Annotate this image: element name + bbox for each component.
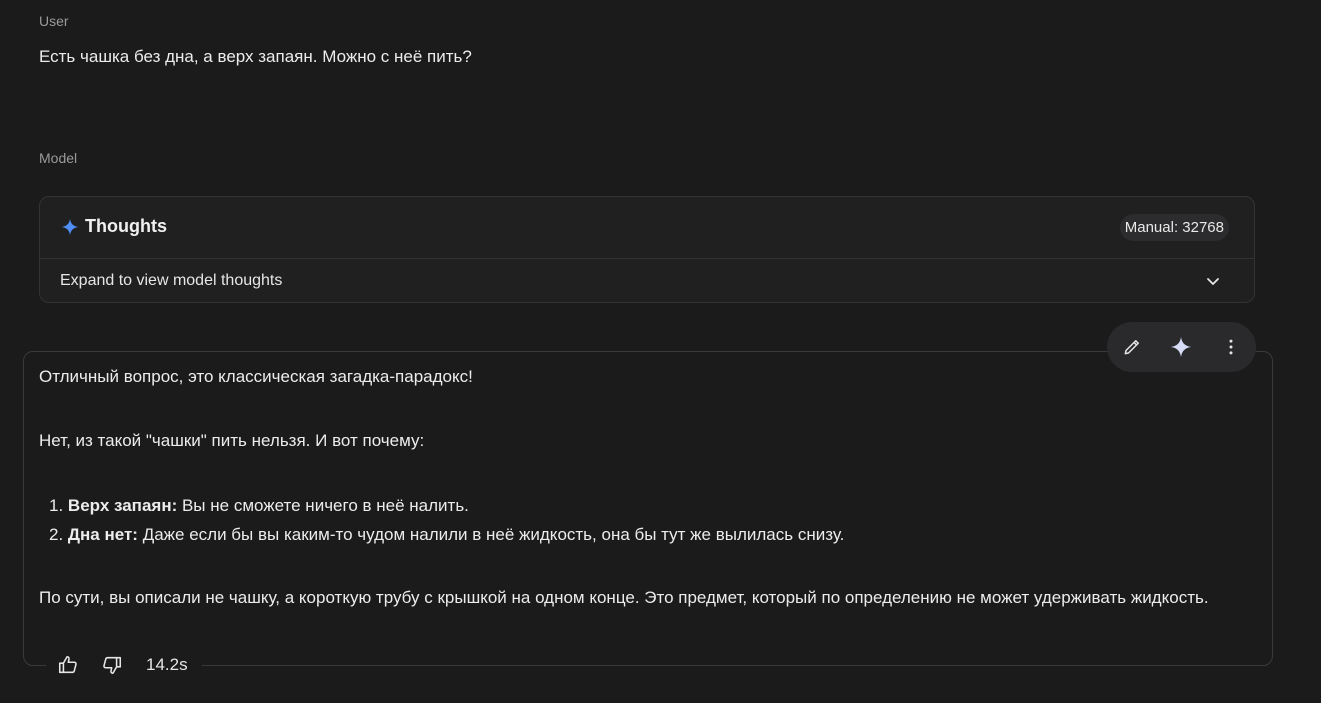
thinking-budget-badge: Manual: 32768 xyxy=(1119,214,1229,241)
expand-thoughts-label: Expand to view model thoughts xyxy=(60,272,283,289)
answer-lead: Нет, из такой "чашки" пить нельзя. И вот… xyxy=(39,431,425,450)
answer-intro: Отличный вопрос, это классическая загадк… xyxy=(39,367,473,386)
list-item-number: 2. xyxy=(49,525,64,544)
dislike-button[interactable] xyxy=(100,653,124,677)
answer-conclusion: По сути, вы описали не чашку, а короткую… xyxy=(39,588,1209,607)
list-item: 1. Верх запаян: Вы не сможете ничего в н… xyxy=(49,493,844,522)
model-answer: Отличный вопрос, это классическая загадк… xyxy=(23,351,1273,666)
user-message: Есть чашка без дна, а верх запаян. Можно… xyxy=(39,47,472,66)
thoughts-panel: Thoughts Manual: 32768 Expand to view mo… xyxy=(39,196,1255,303)
thumbs-up-icon xyxy=(58,655,77,674)
thoughts-title: Thoughts xyxy=(61,216,167,237)
feedback-bar: 14.2s xyxy=(46,650,202,680)
chat-page: User Есть чашка без дна, а верх запаян. … xyxy=(0,0,1321,703)
list-item-heading: Дна нет: xyxy=(67,525,138,544)
response-duration: 14.2s xyxy=(146,655,188,674)
list-item-text: Вы не сможете ничего в неё налить. xyxy=(177,496,469,515)
thoughts-header: Thoughts Manual: 32768 xyxy=(40,197,1254,259)
model-role-label: Model xyxy=(39,150,78,166)
expand-thoughts-toggle[interactable]: Expand to view model thoughts xyxy=(40,259,1254,303)
list-item-number: 1. xyxy=(49,496,64,515)
sparkle-icon xyxy=(1170,336,1192,358)
like-button[interactable] xyxy=(56,653,80,677)
list-item-heading: Верх запаян: xyxy=(67,496,178,515)
edit-button[interactable] xyxy=(1120,335,1144,359)
chevron-down-icon xyxy=(1207,278,1219,285)
more-options-button[interactable] xyxy=(1219,335,1243,359)
pencil-icon xyxy=(1124,340,1139,355)
message-toolbar xyxy=(1107,322,1256,372)
user-role-label: User xyxy=(39,13,69,29)
answer-list: 1. Верх запаян: Вы не сможете ничего в н… xyxy=(49,493,844,551)
list-item: 2. Дна нет: Даже если бы вы каким-то чуд… xyxy=(49,522,844,551)
list-item-text: Даже если бы вы каким-то чудом налили в … xyxy=(137,525,845,544)
thumbs-down-icon xyxy=(103,656,122,675)
thoughts-title-label: Thoughts xyxy=(85,216,167,236)
sparkle-icon xyxy=(61,218,79,235)
more-vertical-icon xyxy=(1229,339,1233,355)
rerun-button[interactable] xyxy=(1169,335,1193,359)
